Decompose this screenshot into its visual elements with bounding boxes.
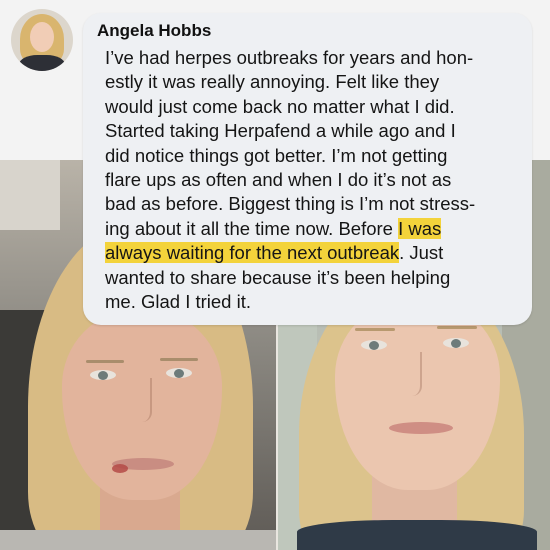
shirt	[0, 530, 277, 550]
avatar[interactable]	[11, 9, 73, 71]
nose	[132, 378, 152, 422]
eyebrow	[355, 328, 395, 331]
eye	[166, 368, 192, 378]
eye	[361, 340, 387, 350]
eyebrow	[160, 358, 198, 361]
eye	[90, 370, 116, 380]
background-wall	[0, 160, 60, 230]
avatar-face	[30, 22, 54, 52]
lip-sore	[112, 464, 128, 473]
nose	[402, 352, 422, 396]
eye	[443, 338, 469, 348]
comment-bubble: Angela Hobbs I’ve had herpes outbreaks f…	[83, 13, 532, 325]
comment-text-part: I’ve had herpes outbreaks for years and …	[105, 47, 476, 239]
eyebrow	[437, 326, 477, 329]
avatar-body	[19, 55, 65, 71]
comment-text: I’ve had herpes outbreaks for years and …	[105, 46, 525, 314]
eyebrow	[86, 360, 124, 363]
mouth	[389, 422, 453, 434]
comment-author[interactable]: Angela Hobbs	[97, 21, 211, 41]
shirt	[297, 520, 537, 550]
